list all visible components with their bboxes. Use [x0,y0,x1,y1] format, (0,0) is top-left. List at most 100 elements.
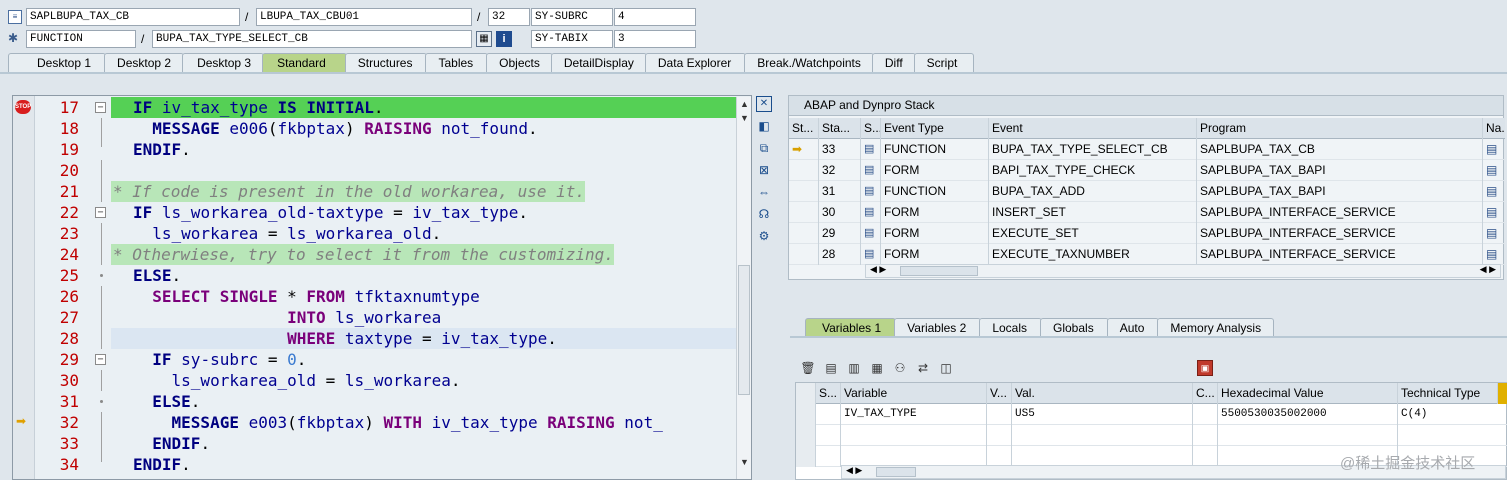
col-na[interactable]: Na... [1483,118,1505,139]
fold-toggle-icon[interactable]: − [95,102,106,113]
program-field[interactable]: SAPLBUPA_TAX_CB [26,8,240,26]
variable-row[interactable]: IV_TAX_TYPE US5 5500530035002000 C(4) [796,404,1507,425]
code-line[interactable]: 22− IF ls_workarea_old-taxtype = iv_tax_t… [13,202,738,223]
tab-standard[interactable]: Standard [262,53,347,72]
col-hex[interactable]: Hexadecimal Value [1218,383,1398,404]
code-line[interactable]: 18 MESSAGE e006(fkbptax) RAISING not_fou… [13,118,738,139]
code-line[interactable]: 24 * Otherwiese, try to select it from th… [13,244,738,265]
new-session-icon[interactable]: ◧ [756,118,772,134]
include-field[interactable]: LBUPA_TAX_CBU01 [256,8,472,26]
tab-tables[interactable]: Tables [425,53,489,72]
editor-scrollbar[interactable]: ▲ ▼ ▼ [736,97,751,479]
code-line[interactable]: 25 ELSE. [13,265,738,286]
code-line[interactable]: 31 ELSE. [13,391,738,412]
tab-locals[interactable]: Locals [979,318,1042,337]
code-line[interactable]: 33 ENDIF. [13,433,738,454]
variable-name[interactable] [841,446,987,467]
split-icon[interactable]: ⇔ [756,184,772,200]
tab-data-explorer[interactable]: Data Explorer [644,53,747,72]
list-remove-icon[interactable]: ▦ [869,360,885,376]
code-editor[interactable]: 17− IF iv_tax_type IS INITIAL. 18 MESSAGE … [12,95,752,480]
col-variable[interactable]: Variable [841,383,987,404]
tab-detaildisplay[interactable]: DetailDisplay [550,53,647,72]
variable-name[interactable]: IV_TAX_TYPE [841,404,987,425]
tab-memory-analysis[interactable]: Memory Analysis [1157,318,1275,337]
stack-row[interactable]: 32 ▤ FORM BAPI_TAX_TYPE_CHECK SAPLBUPA_TAX_B… [789,160,1505,181]
tab-breakpoints[interactable]: Break./Watchpoints [744,53,874,72]
col-st[interactable]: St... [789,118,819,139]
navigate-icon[interactable]: ▤ [1483,181,1505,202]
code-line[interactable]: 28 WHERE taxtype = iv_tax_type. [13,328,738,349]
navigate-icon[interactable]: ▤ [1483,139,1505,160]
col-program[interactable]: Program [1197,118,1483,139]
delete-icon[interactable]: 🗑 [800,360,816,376]
code-line[interactable]: 23 ls_workarea = ls_workarea_old. [13,223,738,244]
grid-icon[interactable]: ▦ [476,31,492,47]
col-event[interactable]: Event [989,118,1197,139]
code-line[interactable]: 34 ENDIF. [13,454,738,475]
sysval2-field[interactable]: 3 [614,30,696,48]
col-event-type[interactable]: Event Type [881,118,989,139]
fold-toggle-icon[interactable]: − [95,354,106,365]
info-icon[interactable]: i [496,31,512,47]
tab-auto[interactable]: Auto [1106,318,1160,337]
tab-variables-1[interactable]: Variables 1 [805,318,897,337]
sysvar1-field[interactable]: SY-SUBRC [531,8,613,26]
stack-row[interactable]: 29 ▤ FORM EXECUTE_SET SAPLBUPA_INTERFACE_SER… [789,223,1505,244]
code-line[interactable]: 32 MESSAGE e003(fkbptax) WITH iv_tax_typ… [13,412,738,433]
code-line[interactable]: 29 − IF sy-subrc = 0. [13,349,738,370]
code-line[interactable]: 20 [13,160,738,181]
variable-row[interactable] [796,425,1507,446]
code-line[interactable]: 30 ls_workarea_old = ls_workarea. [13,370,738,391]
line-field[interactable]: 32 [488,8,530,26]
col-s2[interactable]: S... [816,383,841,404]
settings-icon[interactable]: ⚙ [756,228,772,244]
stack-row[interactable]: 30 ▤ FORM INSERT_SET SAPLBUPA_INTERFACE_SERV… [789,202,1505,223]
tab-desktop-3[interactable]: Desktop 3 [182,53,265,72]
code-line[interactable]: 19 ENDIF. [13,139,738,160]
variable-name[interactable] [841,425,987,446]
col-stack-level[interactable]: Sta... [819,118,861,139]
transfer-icon[interactable]: ⇄ [915,360,931,376]
stack-row[interactable]: ➡ 33 ▤ FUNCTION BUPA_TAX_TYPE_SELECT_CB SAPLB… [789,139,1505,160]
tab-desktop-2[interactable]: Desktop 2 [104,53,185,72]
tab-structures[interactable]: Structures [344,53,428,72]
tab-script[interactable]: Script [913,53,975,72]
close-icon[interactable]: ✕ [756,96,772,112]
fold-toggle-icon[interactable]: − [95,207,106,218]
navigate-icon[interactable]: ▤ [1483,160,1505,181]
tab-variables-2[interactable]: Variables 2 [894,318,982,337]
stack-row[interactable]: 31 ▤ FUNCTION BUPA_TAX_ADD SAPLBUPA_TAX_BAPI… [789,181,1505,202]
stack-row[interactable]: 28 ▤ FORM EXECUTE_TAXNUMBER SAPLBUPA_INTERFA… [789,244,1505,265]
row-selector[interactable] [796,425,816,446]
layout-icon[interactable]: ⧉ [756,140,772,156]
code-line[interactable]: 27 INTO ls_workarea [13,307,738,328]
event-field[interactable]: BUPA_TAX_TYPE_SELECT_CB [152,30,472,48]
code-line[interactable]: 17− IF iv_tax_type IS INITIAL. [13,97,738,118]
code-line[interactable]: 21 * If code is present in the old workar… [13,181,738,202]
col-extra-icon[interactable] [1498,383,1507,404]
list-edit-icon[interactable]: ▥ [846,360,862,376]
row-selector[interactable] [796,446,816,467]
col-s[interactable]: S... [861,118,881,139]
navigate-icon[interactable]: ▤ [1483,244,1505,265]
sysval1-field[interactable]: 4 [614,8,696,26]
col-s[interactable] [796,383,816,404]
navigate-icon[interactable]: ▤ [1483,202,1505,223]
code-line[interactable]: 26 SELECT SINGLE * FROM tfktaxnumtype [13,286,738,307]
col-v[interactable]: V... [987,383,1012,404]
col-c[interactable]: C... [1193,383,1218,404]
detail-icon[interactable]: ◫ [938,360,954,376]
hierarchy-icon[interactable]: ⚇ [892,360,908,376]
tab-desktop-1[interactable]: Desktop 1 [8,53,107,72]
sysvar2-field[interactable]: SY-TABIX [531,30,613,48]
list-icon[interactable]: ▤ [823,360,839,376]
col-value[interactable]: Val. [1012,383,1193,404]
save-icon[interactable]: ▣ [1197,360,1213,376]
tab-globals[interactable]: Globals [1040,318,1109,337]
col-technical-type[interactable]: Technical Type [1398,383,1498,404]
stop-breakpoint-icon[interactable]: STOP [15,100,31,114]
navigate-icon[interactable]: ▤ [1483,223,1505,244]
headset-icon[interactable]: ☊ [756,206,772,222]
tab-diff[interactable]: Diff [871,53,916,72]
